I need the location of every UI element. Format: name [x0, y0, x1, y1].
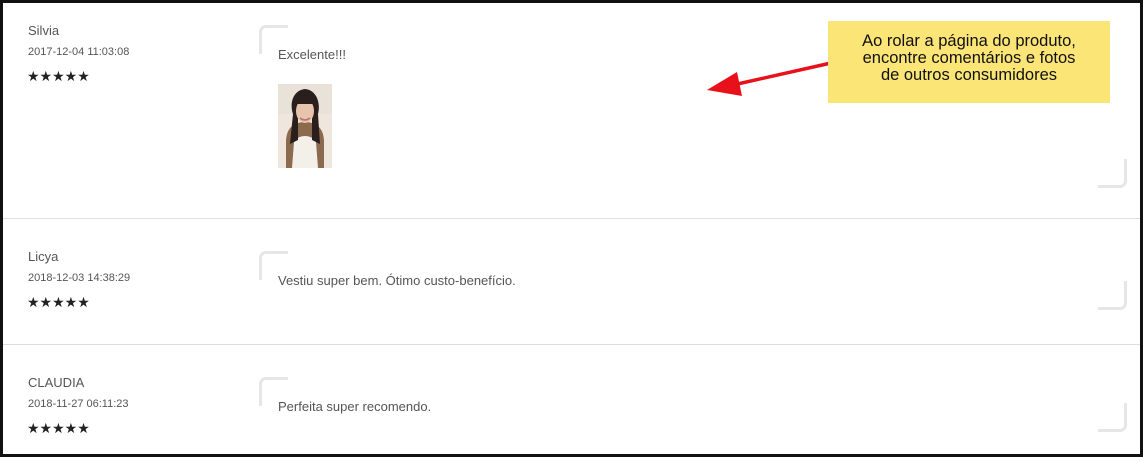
callout-line: Ao rolar a página do produto, — [862, 32, 1076, 50]
reviews-screenshot-frame: Silvia 2017-12-04 11:03:08 ★★★★★ Excelen… — [0, 0, 1143, 457]
callout-line: de outros consumidores — [880, 66, 1058, 84]
callout-note: Ao rolar a página do produto, encontre c… — [828, 21, 1110, 103]
callout-line: encontre comentários e fotos — [862, 49, 1076, 67]
